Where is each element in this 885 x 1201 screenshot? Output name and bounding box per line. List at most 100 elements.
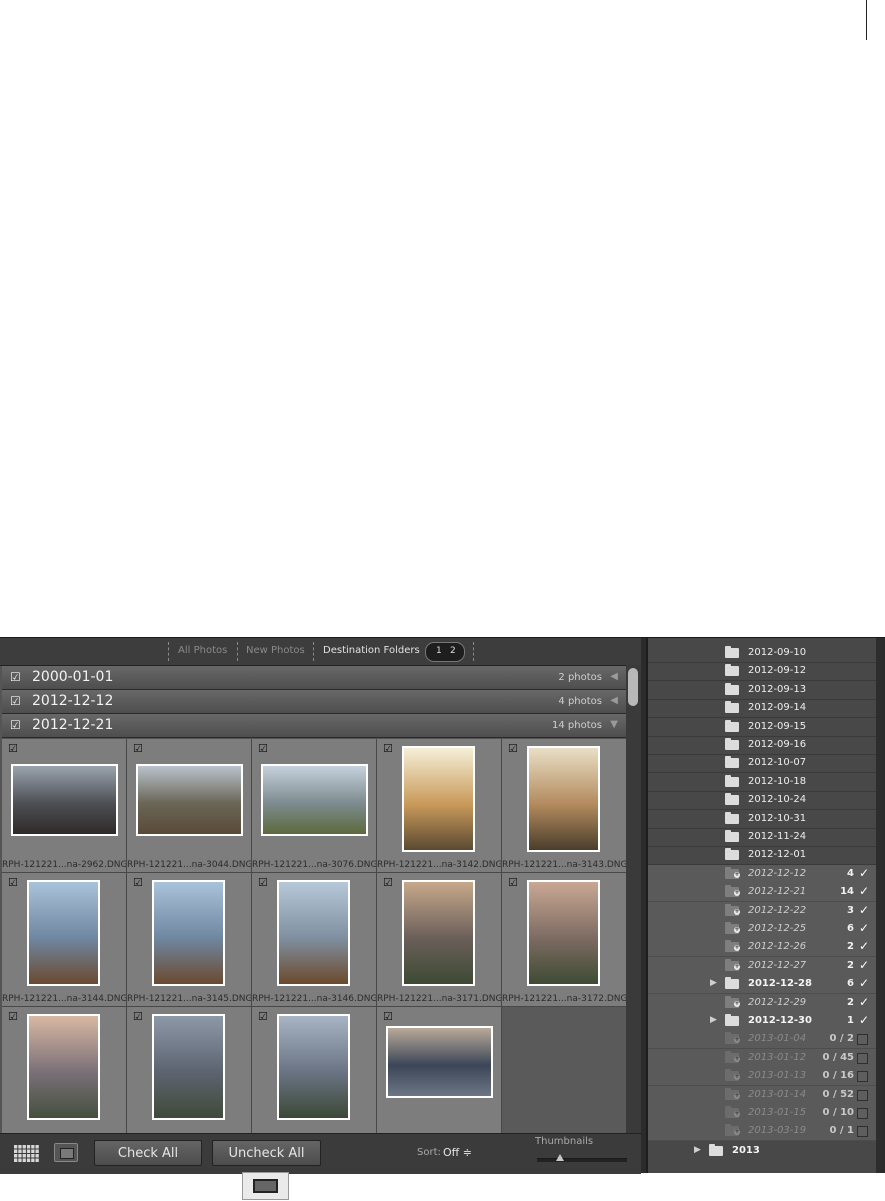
photo-thumbnail[interactable]	[11, 764, 118, 836]
page-1-button[interactable]: 1	[436, 646, 442, 656]
thumbnail-cell[interactable]: ☑ RPH-121221...na-3076.DNG	[252, 739, 377, 873]
folder-row[interactable]: 2012-10-18	[648, 773, 876, 792]
include-checkbox[interactable]: ☑	[508, 876, 518, 889]
folder-checkbox[interactable]: ✓	[859, 995, 869, 1009]
photo-thumbnail[interactable]	[152, 880, 225, 986]
photo-thumbnail[interactable]	[277, 1014, 350, 1120]
folder-row-year[interactable]: ▶ 2013	[648, 1141, 876, 1161]
folder-row[interactable]: 2012-09-12	[648, 662, 876, 682]
folder-checkbox[interactable]: ✓	[859, 958, 869, 972]
include-checkbox[interactable]: ☑	[383, 742, 393, 755]
folder-checkbox[interactable]	[857, 1052, 868, 1064]
thumbnail-cell[interactable]: ☑ RPH-121221...na-2962.DNG	[2, 739, 127, 873]
thumbnail-cell[interactable]: ☑	[377, 1007, 502, 1141]
thumbnail-cell[interactable]: ☑ RPH-121221...na-3143.DNG	[502, 739, 627, 873]
folder-row[interactable]: +2012-12-26 2 ✓	[648, 938, 876, 958]
folder-row[interactable]: +2012-12-27 2 ✓	[648, 956, 876, 976]
slider-knob[interactable]	[555, 1154, 564, 1161]
folder-row[interactable]: 2012-10-31	[648, 810, 876, 829]
group-checkbox[interactable]: ☑	[10, 694, 21, 708]
folder-row[interactable]: +2013-01-13 0 / 16	[648, 1067, 876, 1087]
folder-row[interactable]: 2012-10-24	[648, 791, 876, 811]
include-checkbox[interactable]: ☑	[258, 742, 268, 755]
page-2-button[interactable]: 2	[450, 646, 456, 656]
folder-checkbox[interactable]	[857, 1089, 868, 1101]
tab-new-photos[interactable]: New Photos	[246, 645, 305, 656]
folder-row[interactable]: 2012-09-16	[648, 736, 876, 755]
folder-checkbox[interactable]	[857, 1034, 868, 1046]
folder-scrollbar[interactable]	[876, 638, 881, 1173]
tab-all-photos[interactable]: All Photos	[178, 645, 227, 656]
check-all-button[interactable]: Check All	[94, 1140, 202, 1166]
include-checkbox[interactable]: ☑	[133, 742, 143, 755]
folder-row[interactable]: +2012-12-21 14 ✓	[648, 883, 876, 903]
folder-row[interactable]: ▶ 2012-12-30 1 ✓	[648, 1012, 876, 1031]
folder-row[interactable]: +2013-01-14 0 / 52	[648, 1085, 876, 1105]
folder-checkbox[interactable]: ✓	[859, 903, 869, 917]
folder-checkbox[interactable]: ✓	[859, 921, 869, 935]
thumbnail-size-slider[interactable]	[537, 1154, 627, 1162]
folder-checkbox[interactable]: ✓	[859, 884, 869, 898]
photo-thumbnail[interactable]	[402, 880, 475, 986]
include-checkbox[interactable]: ☑	[8, 1010, 18, 1023]
folder-row[interactable]: 2012-09-10	[648, 644, 876, 663]
folder-checkbox[interactable]	[857, 1126, 868, 1138]
photo-thumbnail[interactable]	[27, 1014, 100, 1120]
scrollbar-thumb[interactable]	[628, 668, 638, 706]
photo-thumbnail[interactable]	[152, 1014, 225, 1120]
folder-row[interactable]: +2012-12-12 4 ✓	[648, 864, 876, 884]
expand-arrow-icon[interactable]: ▶	[710, 978, 717, 988]
include-checkbox[interactable]: ☑	[8, 742, 18, 755]
folder-row[interactable]: ▶ 2012-12-28 6 ✓	[648, 975, 876, 995]
include-checkbox[interactable]: ☑	[258, 1010, 268, 1023]
include-checkbox[interactable]: ☑	[133, 1010, 143, 1023]
date-group-row[interactable]: ☑ 2012-12-12 4 photos ◀	[2, 690, 626, 714]
date-group-row[interactable]: ☑ 2000-01-01 2 photos ◀	[2, 666, 626, 690]
thumbnail-cell[interactable]: ☑	[2, 1007, 127, 1141]
thumbnail-cell[interactable]: ☑ RPH-121221...na-3044.DNG	[127, 739, 252, 873]
thumbnail-cell[interactable]: ☑	[127, 1007, 252, 1141]
folder-row[interactable]: 2012-11-24	[648, 828, 876, 847]
grid-view-icon[interactable]	[14, 1145, 40, 1163]
folder-checkbox[interactable]	[857, 1071, 868, 1083]
folder-row[interactable]: 2012-12-01	[648, 846, 876, 866]
folder-row[interactable]: 2012-09-14	[648, 699, 876, 719]
group-checkbox[interactable]: ☑	[10, 718, 21, 732]
folder-row[interactable]: 2012-09-13	[648, 681, 876, 700]
include-checkbox[interactable]: ☑	[258, 876, 268, 889]
folder-row[interactable]: 2012-09-15	[648, 718, 876, 737]
include-checkbox[interactable]: ☑	[133, 876, 143, 889]
include-checkbox[interactable]: ☑	[8, 876, 18, 889]
folder-checkbox[interactable]: ✓	[859, 866, 869, 880]
date-group-row[interactable]: ☑ 2012-12-21 14 photos ▼	[2, 714, 626, 738]
folder-checkbox[interactable]: ✓	[859, 1013, 869, 1027]
group-checkbox[interactable]: ☑	[10, 670, 21, 684]
folder-row[interactable]: +2013-01-15 0 / 10	[648, 1104, 876, 1123]
folder-checkbox[interactable]	[857, 1108, 868, 1119]
folder-row[interactable]: +2012-12-22 3 ✓	[648, 901, 876, 921]
uncheck-all-button[interactable]: Uncheck All	[212, 1140, 321, 1166]
photo-thumbnail[interactable]	[277, 880, 350, 986]
thumbnail-cell[interactable]: ☑ RPH-121221...na-3142.DNG	[377, 739, 502, 873]
photo-thumbnail[interactable]	[136, 764, 243, 836]
expand-arrow-icon[interactable]: ▶	[710, 1015, 717, 1025]
photo-thumbnail[interactable]	[527, 746, 600, 852]
thumbnail-cell[interactable]: ☑ RPH-121221...na-3172.DNG	[502, 873, 627, 1007]
photo-thumbnail[interactable]	[261, 764, 368, 836]
folder-checkbox[interactable]: ✓	[859, 976, 869, 990]
folder-row[interactable]: +2012-12-25 6 ✓	[648, 920, 876, 939]
grid-scrollbar[interactable]	[626, 665, 641, 1147]
sort-select[interactable]: Off ≑	[443, 1146, 472, 1159]
folder-row[interactable]: +2013-01-04 0 / 2	[648, 1030, 876, 1050]
photo-thumbnail[interactable]	[527, 880, 600, 986]
include-checkbox[interactable]: ☑	[383, 876, 393, 889]
collapse-arrow-icon[interactable]: ◀	[610, 695, 618, 706]
photo-thumbnail[interactable]	[27, 880, 100, 986]
folder-checkbox[interactable]: ✓	[859, 939, 869, 953]
expand-arrow-icon[interactable]: ▼	[610, 719, 618, 730]
thumbnail-cell[interactable]: ☑ RPH-121221...na-3171.DNG	[377, 873, 502, 1007]
photo-thumbnail[interactable]	[386, 1026, 493, 1098]
include-checkbox[interactable]: ☑	[383, 1010, 393, 1023]
tab-destination-folders[interactable]: Destination Folders	[323, 645, 420, 656]
thumbnail-cell[interactable]: ☑	[252, 1007, 377, 1141]
